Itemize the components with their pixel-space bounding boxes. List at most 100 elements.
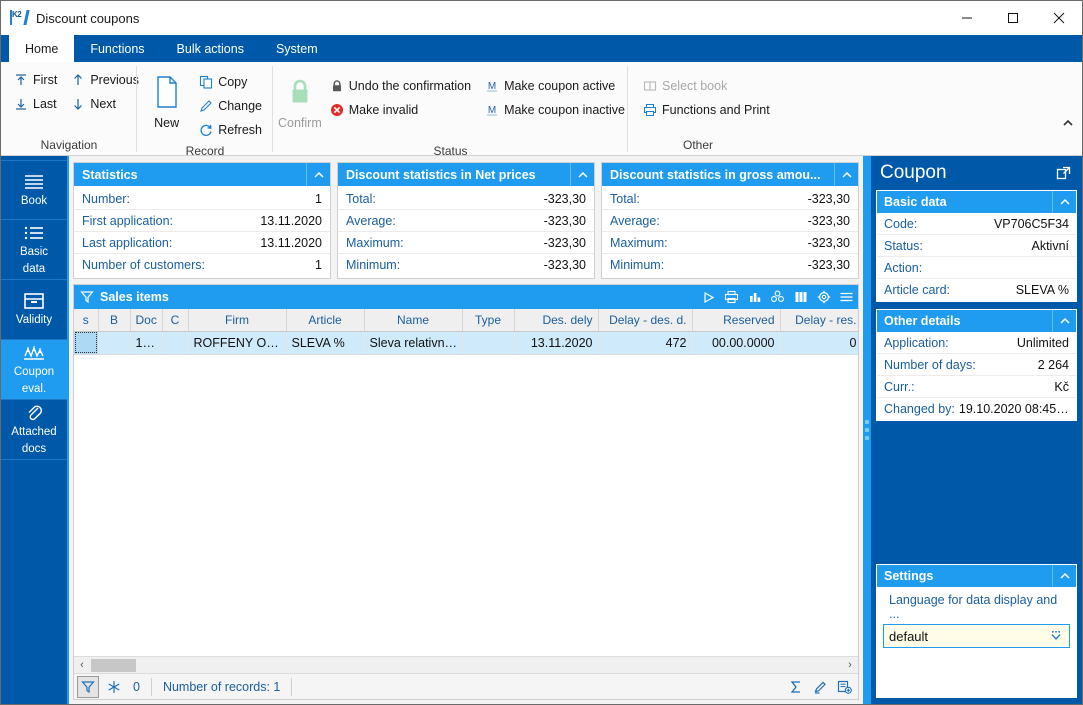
cell-reserved[interactable]: 00.00.0000 <box>692 331 781 355</box>
sidebar-item-coupon-eval-label-2: eval. <box>21 382 47 395</box>
scroll-thumb[interactable] <box>91 658 136 672</box>
sidebar-item-book[interactable]: Book <box>1 160 67 220</box>
dropdown-icon[interactable] <box>1047 630 1065 642</box>
filter-icon[interactable] <box>80 290 94 304</box>
snowflake-icon[interactable] <box>103 676 125 698</box>
net-prices-panel: Discount statistics in Net prices Total:… <box>337 162 595 279</box>
chevron-up-icon[interactable] <box>1052 565 1076 587</box>
sidebar-item-basic-data-label-1: Basic <box>19 246 49 259</box>
cell-doc[interactable]: 1… <box>130 331 163 355</box>
cell-article[interactable]: SLEVA % <box>286 331 365 355</box>
chart-icon[interactable] <box>743 285 766 309</box>
panel-splitter[interactable] <box>863 156 871 704</box>
tab-system[interactable]: System <box>260 35 334 62</box>
detail-row: Curr.: Kč <box>877 376 1076 398</box>
stat-key: Number: <box>82 191 130 206</box>
sigma-icon[interactable] <box>785 676 807 698</box>
sidebar-item-attached-docs[interactable]: Attached docs <box>1 400 67 460</box>
undo-confirmation-button[interactable]: Undo the confirmation <box>323 74 478 98</box>
cell-des-dely[interactable]: 13.11.2020 <box>514 331 599 355</box>
col-reserved[interactable]: Reserved <box>692 309 781 332</box>
cell-b[interactable] <box>98 331 131 355</box>
col-c[interactable]: C <box>162 309 189 332</box>
table-row[interactable]: 1… ROFFENY O… SLEVA % Sleva relativn… 13… <box>74 331 858 355</box>
cell-s[interactable] <box>74 331 99 355</box>
paperclip-icon <box>24 403 44 423</box>
previous-button[interactable]: Previous <box>64 68 146 92</box>
popout-icon[interactable] <box>1053 162 1075 184</box>
col-type[interactable]: Type <box>462 309 515 332</box>
ribbon-group-other: Select book Functions and Print Other <box>628 62 770 156</box>
col-delay-des-d[interactable]: Delay - des. d. <box>598 309 693 332</box>
stat-key: Last application: <box>82 235 173 250</box>
cell-type[interactable] <box>462 331 515 355</box>
first-button[interactable]: First <box>7 68 64 92</box>
statistics-panel-body: Number: 1 First application: 13.11.2020 … <box>74 186 330 278</box>
next-button[interactable]: Next <box>64 92 146 116</box>
chevron-up-icon[interactable] <box>570 163 594 186</box>
group-icon[interactable] <box>766 285 789 309</box>
select-book-button[interactable]: Select book <box>636 74 777 98</box>
tab-functions[interactable]: Functions <box>74 35 160 62</box>
columns-icon[interactable] <box>789 285 812 309</box>
scroll-left-icon[interactable]: ‹ <box>74 657 90 674</box>
functions-and-print-button[interactable]: Functions and Print <box>636 98 777 122</box>
scroll-right-icon[interactable]: › <box>842 657 858 674</box>
make-coupon-inactive-button[interactable]: M Make coupon inactive <box>478 98 632 122</box>
ribbon-collapse-button[interactable] <box>1060 115 1076 131</box>
sidebar-item-basic-data[interactable]: Basic data <box>1 220 67 280</box>
col-s[interactable]: s <box>74 309 99 332</box>
col-firm[interactable]: Firm <box>188 309 287 332</box>
grid-horizontal-scrollbar[interactable]: ‹ › <box>74 656 858 673</box>
sales-items-title: Sales items <box>100 290 169 304</box>
sidebar-item-validity[interactable]: Validity <box>1 280 67 340</box>
minimize-button[interactable] <box>944 1 990 35</box>
tab-bulk-actions[interactable]: Bulk actions <box>161 35 260 62</box>
settings-icon[interactable] <box>812 285 835 309</box>
tab-home[interactable]: Home <box>9 35 75 62</box>
lock-green-icon <box>285 75 315 112</box>
chevron-up-icon[interactable] <box>1052 191 1076 213</box>
svg-text:M: M <box>488 81 496 92</box>
maximize-button[interactable] <box>990 1 1036 35</box>
cell-name[interactable]: Sleva relativn… <box>364 331 463 355</box>
chevron-up-icon[interactable] <box>834 163 858 186</box>
col-delay-res[interactable]: Delay - res. <box>780 309 858 332</box>
menu-icon[interactable] <box>835 285 858 309</box>
make-invalid-button[interactable]: Make invalid <box>323 98 478 122</box>
add-record-icon[interactable] <box>833 676 855 698</box>
stat-row: Average: -323,30 <box>338 210 594 232</box>
cell-delay-des-d[interactable]: 472 <box>598 331 693 355</box>
print-icon[interactable] <box>720 285 743 309</box>
col-name[interactable]: Name <box>364 309 463 332</box>
cell-c[interactable] <box>162 331 189 355</box>
sales-items-grid[interactable]: s B Doc C Firm Article Name Type Des. de… <box>74 309 858 656</box>
chevron-up-icon[interactable] <box>1052 310 1076 332</box>
col-b[interactable]: B <box>98 309 131 332</box>
close-button[interactable] <box>1036 1 1082 35</box>
copy-button[interactable]: Copy <box>192 70 269 94</box>
next-label: Next <box>90 97 117 111</box>
last-button[interactable]: Last <box>7 92 64 116</box>
change-button[interactable]: Change <box>192 94 269 118</box>
new-document-icon <box>152 75 182 112</box>
col-des-dely[interactable]: Des. dely <box>514 309 599 332</box>
confirm-button[interactable]: Confirm <box>277 68 323 144</box>
col-article[interactable]: Article <box>286 309 365 332</box>
make-coupon-active-button[interactable]: M Make coupon active <box>478 74 632 98</box>
ribbon-tab-bar: Home Functions Bulk actions System <box>1 35 1082 62</box>
cell-firm[interactable]: ROFFENY O… <box>188 331 287 355</box>
scroll-track[interactable] <box>90 657 842 674</box>
sidebar-item-coupon-eval[interactable]: Coupon eval. <box>1 340 67 400</box>
chevron-up-icon[interactable] <box>306 163 330 186</box>
pencil-icon[interactable] <box>809 676 831 698</box>
col-doc[interactable]: Doc <box>130 309 163 332</box>
run-icon[interactable] <box>697 285 720 309</box>
filter-icon[interactable] <box>77 675 99 698</box>
detail-row: Number of days: 2 264 <box>877 354 1076 376</box>
cell-delay-res[interactable]: 0 <box>780 331 858 355</box>
language-combo[interactable]: default <box>883 624 1070 648</box>
new-button[interactable]: New <box>141 68 192 144</box>
refresh-button[interactable]: Refresh <box>192 118 269 142</box>
grid-status-actions <box>785 676 855 698</box>
